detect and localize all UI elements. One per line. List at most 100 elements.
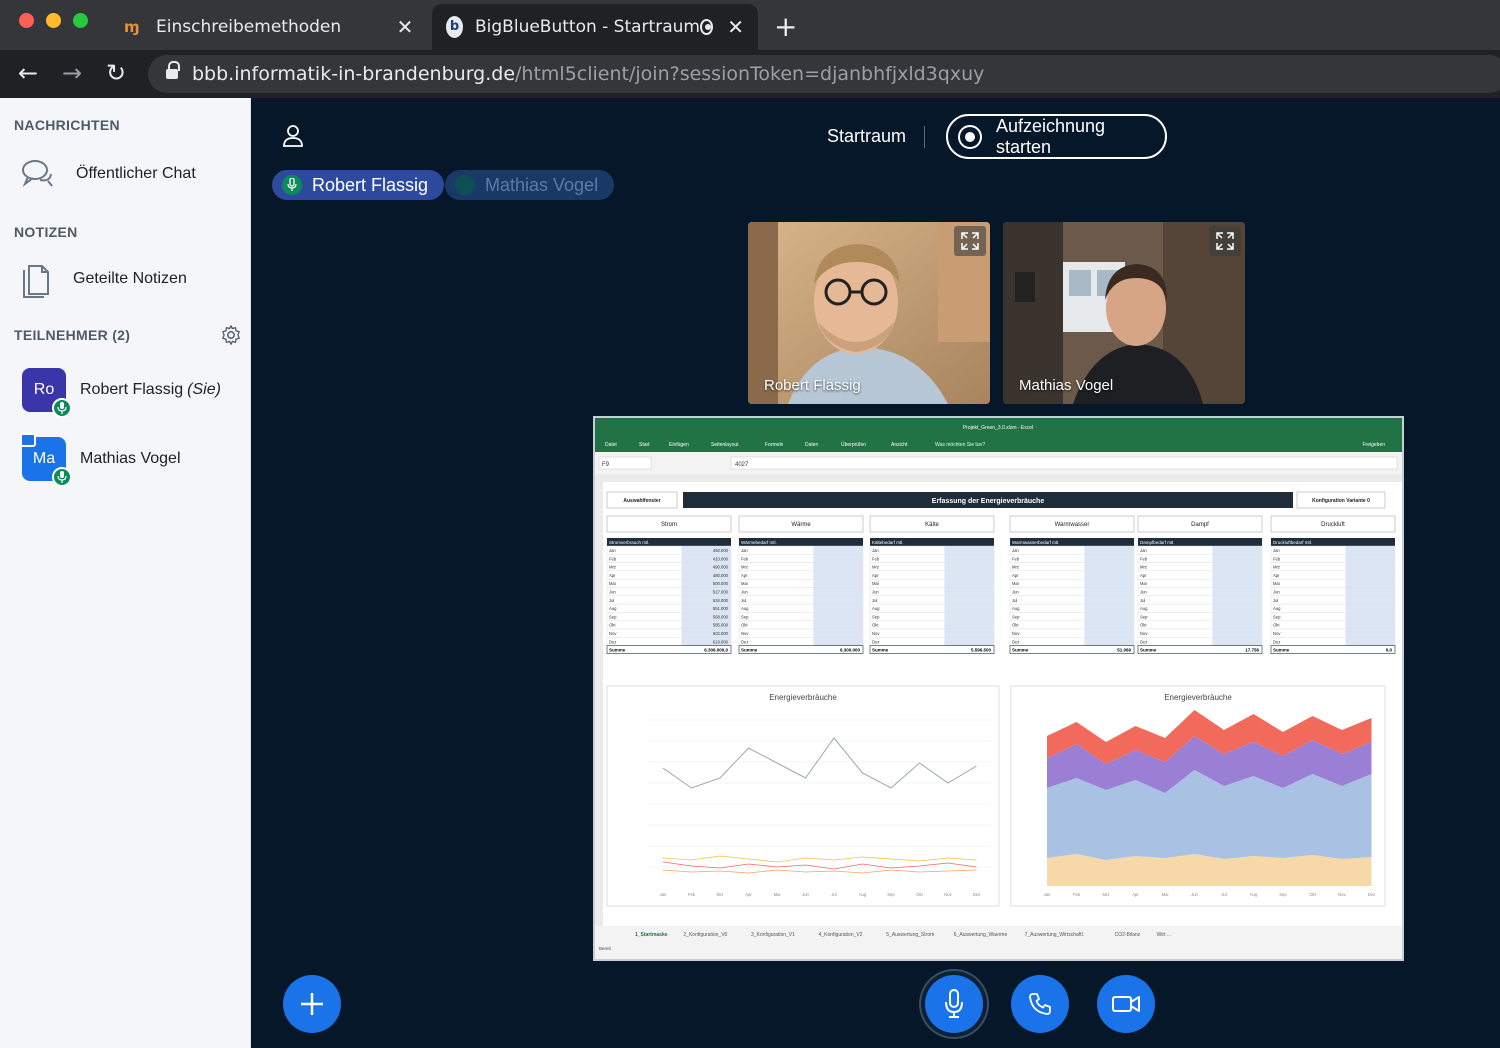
gear-icon[interactable] xyxy=(220,324,242,346)
excel-value-cell xyxy=(944,604,994,613)
excel-month-label: Apr xyxy=(1140,573,1147,578)
expand-video-button[interactable] xyxy=(1209,226,1241,256)
excel-month-label: Feb xyxy=(872,556,880,561)
excel-month-label: Dez xyxy=(872,639,879,644)
excel-title: Projekt_Green_3.0.xlsm - Excel xyxy=(963,425,1033,431)
excel-value-cell xyxy=(944,629,994,638)
excel-sum-value: 5.596.500 xyxy=(971,648,992,653)
excel-table-header-label: Kältebedarf mtl. xyxy=(872,540,904,545)
window-maximize-icon[interactable] xyxy=(73,13,88,28)
excel-month-label: Mrz xyxy=(1273,565,1280,570)
new-tab-button[interactable]: + xyxy=(774,10,797,43)
excel-sheet-tab: 1_Startmaske xyxy=(635,932,668,938)
excel-value-cell xyxy=(813,637,863,646)
url-text: bbb.informatik-in-brandenburg.de/html5cl… xyxy=(192,63,984,85)
excel-value-cell xyxy=(1345,595,1395,605)
excel-month-label: Aug xyxy=(872,606,880,611)
excel-month-label: Jun xyxy=(1012,590,1019,595)
address-bar[interactable]: bbb.informatik-in-brandenburg.de/html5cl… xyxy=(148,55,1500,93)
talking-indicator-robert[interactable]: Robert Flassig xyxy=(272,170,445,200)
excel-sum-label: Summe xyxy=(741,648,758,653)
user-list-toggle-icon[interactable] xyxy=(282,124,304,148)
excel-sum-row xyxy=(1270,645,1396,654)
excel-month-label: Feb xyxy=(609,556,617,561)
forward-arrow-icon[interactable]: → xyxy=(62,59,82,87)
excel-sheet-tab: 2_Konfiguration_V0 xyxy=(683,932,727,938)
excel-month-label: Feb xyxy=(1273,556,1281,561)
excel-value-cell xyxy=(813,579,863,588)
excel-month-label: Okt xyxy=(1012,623,1019,628)
excel-ribbon-tab: Daten xyxy=(805,442,819,448)
excel-month-label: Jun xyxy=(1273,590,1280,595)
excel-month-label: Jun xyxy=(872,590,879,595)
back-arrow-icon[interactable]: ← xyxy=(18,59,38,87)
microphone-icon xyxy=(52,398,72,418)
excel-value-cell xyxy=(1212,554,1262,563)
excel-sum-row xyxy=(1137,645,1263,654)
fullscreen-icon xyxy=(1216,232,1234,250)
browser-tab-einschreibemethoden[interactable]: ɱ Einschreibemethoden ✕ xyxy=(110,4,428,50)
browser-tab-bigbluebutton[interactable]: b BigBlueButton - Startraum ✕ xyxy=(432,4,758,50)
window-minimize-icon[interactable] xyxy=(46,13,61,28)
excel-month-label: Nov xyxy=(609,631,617,636)
excel-value-cell xyxy=(1212,604,1262,613)
excel-chart1-tick: Jun xyxy=(802,892,809,897)
public-chat-item[interactable]: Öffentlicher Chat xyxy=(20,156,196,192)
excel-chart2-area xyxy=(1047,854,1372,886)
excel-month-label: Nov xyxy=(1273,631,1281,636)
reload-icon[interactable]: ↻ xyxy=(106,59,126,87)
excel-left-panel: Auswahlfenster xyxy=(623,498,660,504)
excel-month-label: Aug xyxy=(1273,606,1281,611)
excel-month-label: Jul xyxy=(1273,598,1278,603)
excel-table-header-label: Stromverbrauch mtl. xyxy=(609,540,650,545)
excel-value-cell xyxy=(1212,570,1262,580)
close-tab-icon[interactable]: ✕ xyxy=(727,15,744,39)
shared-notes-item[interactable]: Geteilte Notizen xyxy=(20,260,187,298)
excel-month-label: Okt xyxy=(872,623,879,628)
messages-section-title: NACHRICHTEN xyxy=(14,117,120,133)
excel-value: 490.000 xyxy=(713,565,729,570)
participant-mathias-vogel[interactable]: Ma Mathias Vogel xyxy=(20,433,181,487)
video-tile-robert-flassig[interactable]: Robert Flassig xyxy=(748,222,990,404)
lock-icon[interactable] xyxy=(166,61,180,81)
mute-microphone-button[interactable] xyxy=(925,975,983,1033)
excel-month-label: Mai xyxy=(1273,581,1280,586)
close-tab-icon[interactable]: ✕ xyxy=(396,15,414,39)
start-recording-label: Aufzeichnung starten xyxy=(995,115,1106,157)
participant-robert-flassig[interactable]: Ro Robert Flassig (Sie) xyxy=(22,368,221,418)
excel-value-cell xyxy=(1345,562,1395,571)
microphone-icon xyxy=(455,175,475,195)
excel-category-label: Warmwasser xyxy=(1055,522,1090,528)
main-area: Startraum Aufzeichnung starten Robert Fl… xyxy=(252,98,1500,1048)
excel-sheet-tab: 6_Auswertung_Waerme xyxy=(954,932,1008,938)
start-recording-button[interactable]: Aufzeichnung starten xyxy=(946,114,1167,159)
talker-name: Mathias Vogel xyxy=(485,174,599,195)
excel-right-panel: Konfiguration Variante 0 xyxy=(1312,498,1370,504)
sidebar: NACHRICHTEN Öffentlicher Chat NOTIZEN Ge… xyxy=(0,98,251,1048)
video-name-label: Mathias Vogel xyxy=(1019,377,1114,394)
expand-video-button[interactable] xyxy=(954,226,986,256)
excel-chart1-tick: Mai xyxy=(774,892,781,897)
screenshare-excel[interactable]: Projekt_Green_3.0.xlsm - Excel Datei Star… xyxy=(593,416,1404,961)
actions-plus-button[interactable] xyxy=(283,975,341,1033)
excel-month-label: Apr xyxy=(741,573,748,578)
window-close-icon[interactable] xyxy=(19,13,34,28)
talking-indicator-mathias[interactable]: Mathias Vogel xyxy=(445,170,615,200)
room-name: Startraum xyxy=(827,126,907,146)
excel-sheet-tab: 5_Auswertung_Strom xyxy=(886,932,934,938)
excel-value-cell xyxy=(1345,546,1395,555)
excel-ribbon-tab: Seitenlayout xyxy=(711,442,739,448)
excel-value-cell xyxy=(813,612,863,621)
video-tile-mathias-vogel[interactable]: Mathias Vogel xyxy=(1003,222,1245,404)
excel-chart1-tick: Apr xyxy=(745,892,752,897)
excel-month-label: Jul xyxy=(741,598,746,603)
share-webcam-button[interactable] xyxy=(1097,975,1155,1033)
excel-month-label: Jan xyxy=(872,548,879,553)
microphone-icon xyxy=(52,467,72,487)
leave-audio-button[interactable] xyxy=(1011,975,1069,1033)
excel-value-cell xyxy=(944,595,994,605)
presenter-icon xyxy=(20,433,36,447)
excel-chart2-tick: Nov xyxy=(1338,892,1346,897)
excel-chart2-tick: Jun xyxy=(1191,892,1198,897)
excel-sheet-title: Erfassung der Energieverbräuche xyxy=(932,498,1045,505)
